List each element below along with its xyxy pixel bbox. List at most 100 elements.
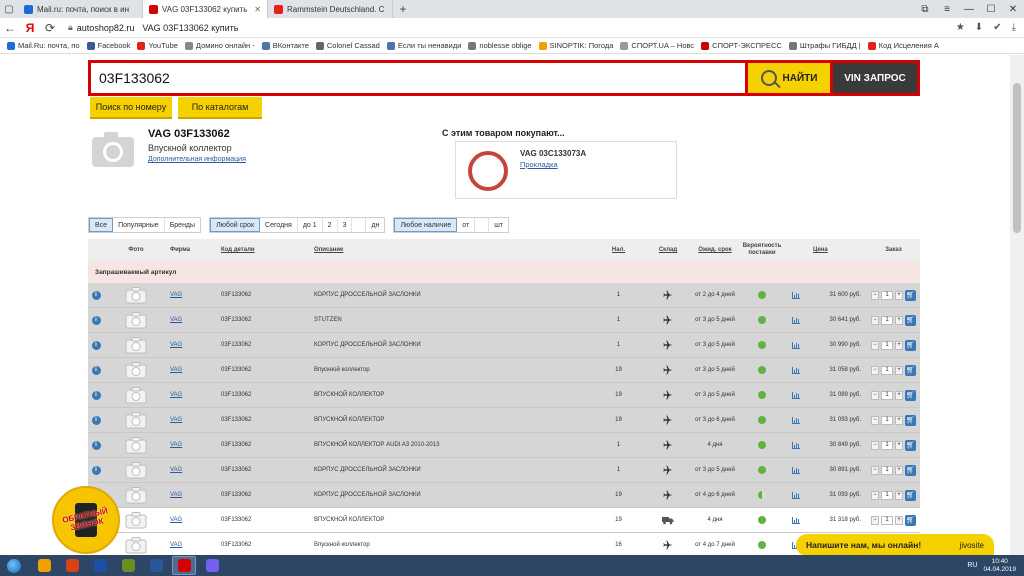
table-row[interactable]: i VAG 03F133062 ВПУСКНОЙ КОЛЛЕКТОР 19 от 3 до… (88, 408, 920, 433)
tab-search-by-number[interactable]: Поиск по номеру (90, 97, 172, 117)
info-icon[interactable]: i (91, 365, 101, 375)
filter-up-to-1[interactable]: до 1 (298, 218, 323, 232)
bookmark-item[interactable]: Colonel Cassad (315, 41, 380, 50)
qty-plus-button[interactable]: + (895, 390, 903, 400)
stock-from-input[interactable] (475, 218, 490, 232)
filter-2[interactable]: 2 (323, 218, 338, 232)
table-row[interactable]: i VAG 03F133062 ВПУСКНОЙ КОЛЛЕКТОР 19 от 3 до… (88, 383, 920, 408)
header-code[interactable]: Код детали (219, 239, 312, 261)
more-info-link[interactable]: Дополнительная информация (148, 156, 246, 163)
qty-input[interactable]: 1 (881, 515, 893, 525)
taskbar-app[interactable] (60, 556, 84, 575)
qty-input[interactable]: 1 (881, 315, 893, 325)
qty-plus-button[interactable]: + (895, 415, 903, 425)
qty-minus-button[interactable]: − (871, 315, 879, 325)
table-row[interactable]: iVAG03F133062КОРПУС ДРОССЕЛЬНОЙ ЗАСЛОНКИ… (88, 483, 920, 508)
stats-chart-icon[interactable] (792, 291, 800, 299)
bookmark-item[interactable]: Код Исцеления А (867, 41, 939, 50)
language-indicator[interactable]: RU (967, 562, 977, 569)
new-tab-button[interactable]: + (393, 0, 413, 18)
table-row[interactable]: iVAG03F133062КОРПУС ДРОССЕЛЬНОЙ ЗАСЛОНКИ… (88, 283, 920, 308)
filter-popular[interactable]: Популярные (113, 218, 165, 232)
taskbar-app[interactable] (144, 556, 168, 575)
bookmark-item[interactable]: Домино онлайн - (184, 41, 255, 50)
scrollbar-thumb[interactable] (1013, 83, 1021, 233)
taskbar-app[interactable] (172, 556, 196, 575)
qty-minus-button[interactable]: − (871, 440, 879, 450)
bookmark-item[interactable]: noblesse oblige (468, 41, 532, 50)
bookmark-item[interactable]: Mail.Ru: почта, по (7, 41, 80, 50)
taskbar-app[interactable] (200, 556, 224, 575)
download-icon[interactable]: ⬇ (975, 22, 983, 33)
stats-chart-icon[interactable] (792, 441, 800, 449)
table-row[interactable]: i VAG 03F133062 Впускной коллектор 19 от 3 до… (88, 358, 920, 383)
stats-chart-icon[interactable] (792, 316, 800, 324)
qty-input[interactable]: 1 (881, 490, 893, 500)
qty-minus-button[interactable]: − (871, 290, 879, 300)
qty-minus-button[interactable]: − (871, 490, 879, 500)
tab-rammstein[interactable]: Rammstein Deutschland. C (268, 0, 393, 18)
qty-plus-button[interactable]: + (895, 440, 903, 450)
bookmark-item[interactable]: SINOPTIK: Погода (538, 41, 613, 50)
close-window-icon[interactable]: ✕ (1002, 0, 1024, 18)
qty-input[interactable]: 1 (881, 365, 893, 375)
filter-today[interactable]: Сегодня (260, 218, 298, 232)
filter-all[interactable]: Все (89, 218, 114, 232)
close-tab-icon[interactable]: ✕ (250, 5, 261, 14)
stats-chart-icon[interactable] (792, 366, 800, 374)
cart-icon[interactable]: 🛒︎ (905, 514, 916, 526)
brand-link[interactable]: VAG (170, 417, 182, 423)
bookmark-item[interactable]: YouTube (137, 41, 178, 50)
qty-input[interactable]: 1 (881, 390, 893, 400)
qty-plus-button[interactable]: + (895, 365, 903, 375)
brand-link[interactable]: VAG (170, 292, 182, 298)
brand-link[interactable]: VAG (170, 492, 182, 498)
maximize-icon[interactable]: ☐ (980, 0, 1002, 18)
tab-autoshop[interactable]: VAG 03F133062 купить ✕ (143, 0, 268, 18)
refresh-icon[interactable]: ⟳ (40, 21, 60, 35)
stats-chart-icon[interactable] (792, 341, 800, 349)
cart-icon[interactable]: 🛒︎ (905, 314, 916, 326)
header-desc[interactable]: Описание (312, 239, 592, 261)
info-icon[interactable]: i (91, 315, 101, 325)
brand-link[interactable]: VAG (170, 317, 182, 323)
cart-icon[interactable]: 🛒︎ (905, 289, 916, 301)
qty-input[interactable]: 1 (881, 440, 893, 450)
cart-icon[interactable]: 🛒︎ (905, 414, 916, 426)
lock-icon[interactable]: 🔒︎ (68, 22, 73, 33)
header-price[interactable]: Цена (807, 239, 867, 261)
bookmark-item[interactable]: Штрафы ГИБДД | (788, 41, 861, 50)
cart-icon[interactable]: 🛒︎ (905, 489, 916, 501)
find-button[interactable]: НАЙТИ (748, 63, 830, 93)
qty-minus-button[interactable]: − (871, 390, 879, 400)
cart-icon[interactable]: 🛒︎ (905, 439, 916, 451)
qty-input[interactable]: 1 (881, 415, 893, 425)
brand-link[interactable]: VAG (170, 367, 182, 373)
taskbar-app[interactable] (116, 556, 140, 575)
cart-icon[interactable]: 🛒︎ (905, 464, 916, 476)
table-row[interactable]: iVAG03F133062КОРПУС ДРОССЕЛЬНОЙ ЗАСЛОНКИ… (88, 458, 920, 483)
info-icon[interactable]: i (91, 415, 101, 425)
qty-plus-button[interactable]: + (895, 490, 903, 500)
minimize-icon[interactable]: — (958, 0, 980, 18)
qty-input[interactable]: 1 (881, 340, 893, 350)
cart-icon[interactable]: 🛒︎ (905, 364, 916, 376)
header-warehouse[interactable]: Склад (645, 239, 691, 261)
bookmark-icon[interactable]: ★ (956, 22, 965, 33)
qty-plus-button[interactable]: + (895, 465, 903, 475)
also-bought-item-link[interactable]: Прокладка (520, 160, 558, 169)
page-scrollbar[interactable] (1010, 55, 1024, 555)
protect-icon[interactable]: ✔ (993, 22, 1001, 33)
info-icon[interactable]: i (91, 340, 101, 350)
brand-link[interactable]: VAG (170, 342, 182, 348)
stats-chart-icon[interactable] (792, 416, 800, 424)
qty-plus-button[interactable]: + (895, 340, 903, 350)
table-row[interactable]: iVAG03F133062ВПУСКНОЙ КОЛЛЕКТОР194 дня31… (88, 508, 920, 533)
qty-minus-button[interactable]: − (871, 465, 879, 475)
days-input[interactable] (352, 218, 367, 232)
stats-chart-icon[interactable] (792, 391, 800, 399)
brand-link[interactable]: VAG (170, 442, 182, 448)
bookmark-item[interactable]: ВКонтакте (261, 41, 309, 50)
filter-3[interactable]: 3 (338, 218, 353, 232)
also-bought-card[interactable]: VAG 03C133073A Прокладка (455, 141, 677, 199)
